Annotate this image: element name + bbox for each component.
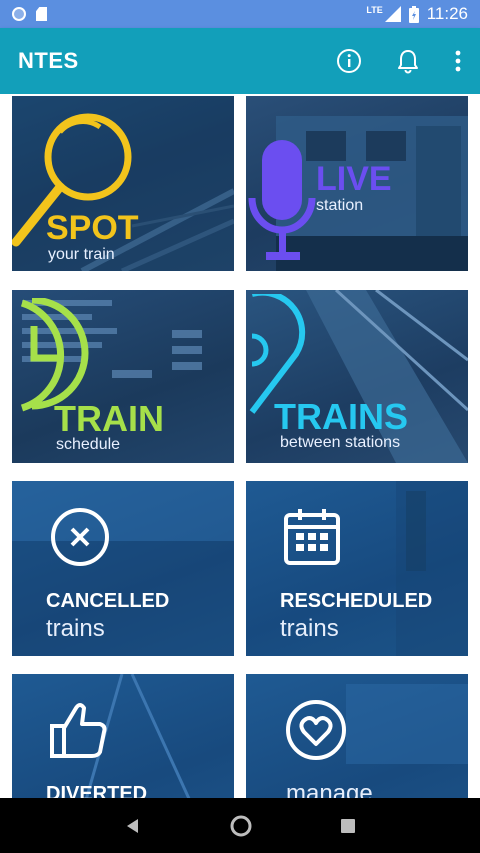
recents-icon[interactable] (340, 818, 356, 834)
network-type: LTE (366, 5, 383, 15)
diverted-title: DIVERTED (46, 783, 148, 798)
sd-card-icon (36, 7, 47, 21)
battery-icon (408, 5, 419, 23)
rescheduled-trains-tile[interactable]: RESCHEDULED trains (246, 481, 468, 656)
clock: 11:26 (426, 4, 468, 23)
spot-title: SPOT (46, 209, 139, 247)
manage-tile[interactable]: manage (246, 674, 468, 798)
info-icon[interactable] (336, 48, 362, 74)
home-icon[interactable] (229, 814, 253, 838)
diverted-trains-tile[interactable]: DIVERTED (12, 674, 234, 798)
status-bar: LTE 11:26 (0, 0, 480, 28)
signal-icon (384, 6, 401, 22)
system-nav-bar (0, 798, 480, 853)
calendar-icon (284, 509, 340, 565)
overflow-menu-icon[interactable] (454, 49, 462, 73)
live-title: LIVE (316, 160, 392, 198)
notification-icon (12, 7, 26, 21)
notifications-bell-icon[interactable] (396, 48, 420, 74)
live-station-tile[interactable]: LIVE station (246, 96, 468, 271)
live-subtitle: station (316, 197, 364, 214)
train-subtitle: schedule (56, 436, 121, 453)
cancelled-title: CANCELLED (46, 590, 170, 612)
cancelled-trains-tile[interactable]: CANCELLED trains (12, 481, 234, 656)
rescheduled-title: RESCHEDULED (280, 590, 433, 612)
heart-icon (286, 700, 346, 760)
spot-subtitle: your train (48, 246, 115, 263)
app-bar: NTES (0, 28, 480, 94)
cancelled-subtitle: trains (46, 615, 105, 642)
train-schedule-tile[interactable]: TRAIN schedule (12, 290, 234, 463)
back-icon[interactable] (124, 817, 142, 835)
cancel-x-icon (51, 508, 109, 566)
spot-train-tile[interactable]: SPOT your train (12, 96, 234, 271)
trains-subtitle: between stations (280, 434, 401, 451)
app-title: NTES (18, 48, 79, 73)
thumbs-up-icon (50, 703, 107, 758)
tile-grid: SPOT your train LIVE station TRAIN sched… (0, 94, 480, 798)
trains-between-stations-tile[interactable]: TRAINS between stations (246, 290, 468, 463)
train-title: TRAIN (54, 398, 164, 439)
rescheduled-subtitle: trains (280, 615, 339, 642)
manage-title: manage (286, 780, 373, 798)
trains-title: TRAINS (274, 396, 408, 437)
